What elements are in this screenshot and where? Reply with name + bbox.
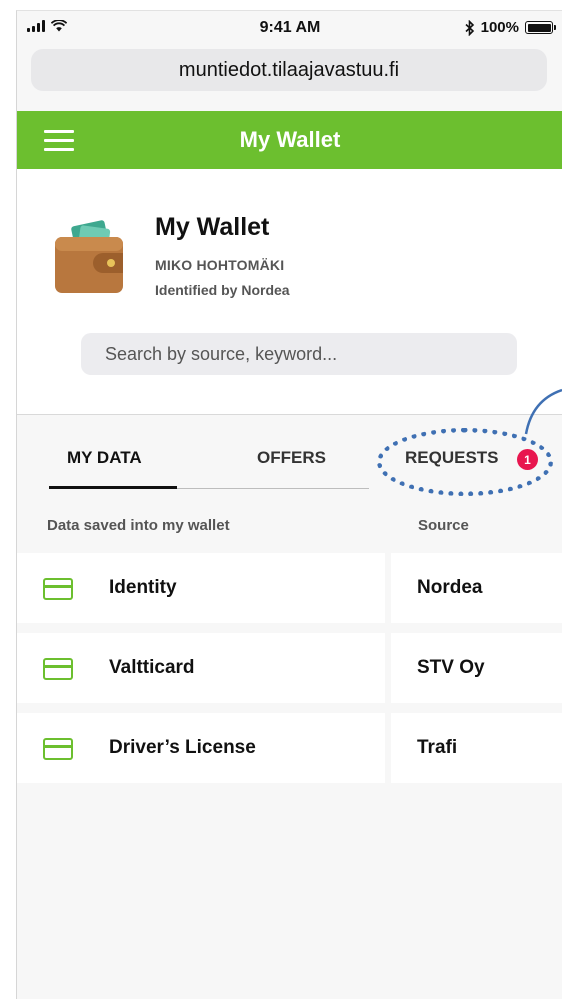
tab-my-data[interactable]: MY DATA [67,448,142,468]
row-label: Driver’s License [109,737,256,758]
tab-requests[interactable]: REQUESTS [405,448,499,468]
row-source: STV Oy [391,633,562,703]
battery-icon [525,21,556,34]
url-bar[interactable]: muntiedot.tilaajavastuu.fi [31,49,547,91]
hamburger-menu-icon[interactable] [44,130,74,151]
tab-offers[interactable]: OFFERS [257,448,326,468]
search-input[interactable] [81,333,517,375]
card-icon [43,578,73,600]
row-data-cell[interactable]: Identity [17,553,385,623]
row-source: Nordea [391,553,562,623]
list-header-data: Data saved into my wallet [47,517,230,534]
app-header: My Wallet [17,111,562,169]
wallet-icon [55,220,123,293]
row-data-cell[interactable]: Valtticard [17,633,385,703]
card-icon [43,738,73,760]
row-data-cell[interactable]: Driver’s License [17,713,385,783]
profile-title: My Wallet [155,213,270,241]
list-item[interactable]: Identity Nordea [17,553,562,623]
card-icon [43,658,73,680]
status-bar: 9:41 AM 100% [17,11,562,45]
tab-bar: MY DATA OFFERS REQUESTS 1 [17,388,562,496]
status-right: 100% [465,19,556,36]
identified-by-text: Identified by Nordea [155,282,290,298]
header-title: My Wallet [239,127,341,152]
url-text: muntiedot.tilaajavastuu.fi [178,58,400,81]
battery-level [527,23,551,32]
profile-panel: My Wallet MIKO HOHTOMÄKI Identified by N… [17,169,562,415]
bluetooth-icon [465,19,474,36]
row-label: Valtticard [109,657,195,678]
row-label: Identity [109,577,177,598]
active-tab-indicator [49,486,177,489]
profile-name: MIKO HOHTOMÄKI [155,257,285,273]
row-source: Trafi [391,713,562,783]
requests-badge: 1 [517,449,538,470]
list-item[interactable]: Valtticard STV Oy [17,633,562,703]
phone-screen: 9:41 AM 100% muntiedot.tilaajavastuu.fi … [16,10,562,999]
list-header-source: Source [418,517,469,534]
battery-percent: 100% [480,19,519,36]
list-item[interactable]: Driver’s License Trafi [17,713,562,783]
